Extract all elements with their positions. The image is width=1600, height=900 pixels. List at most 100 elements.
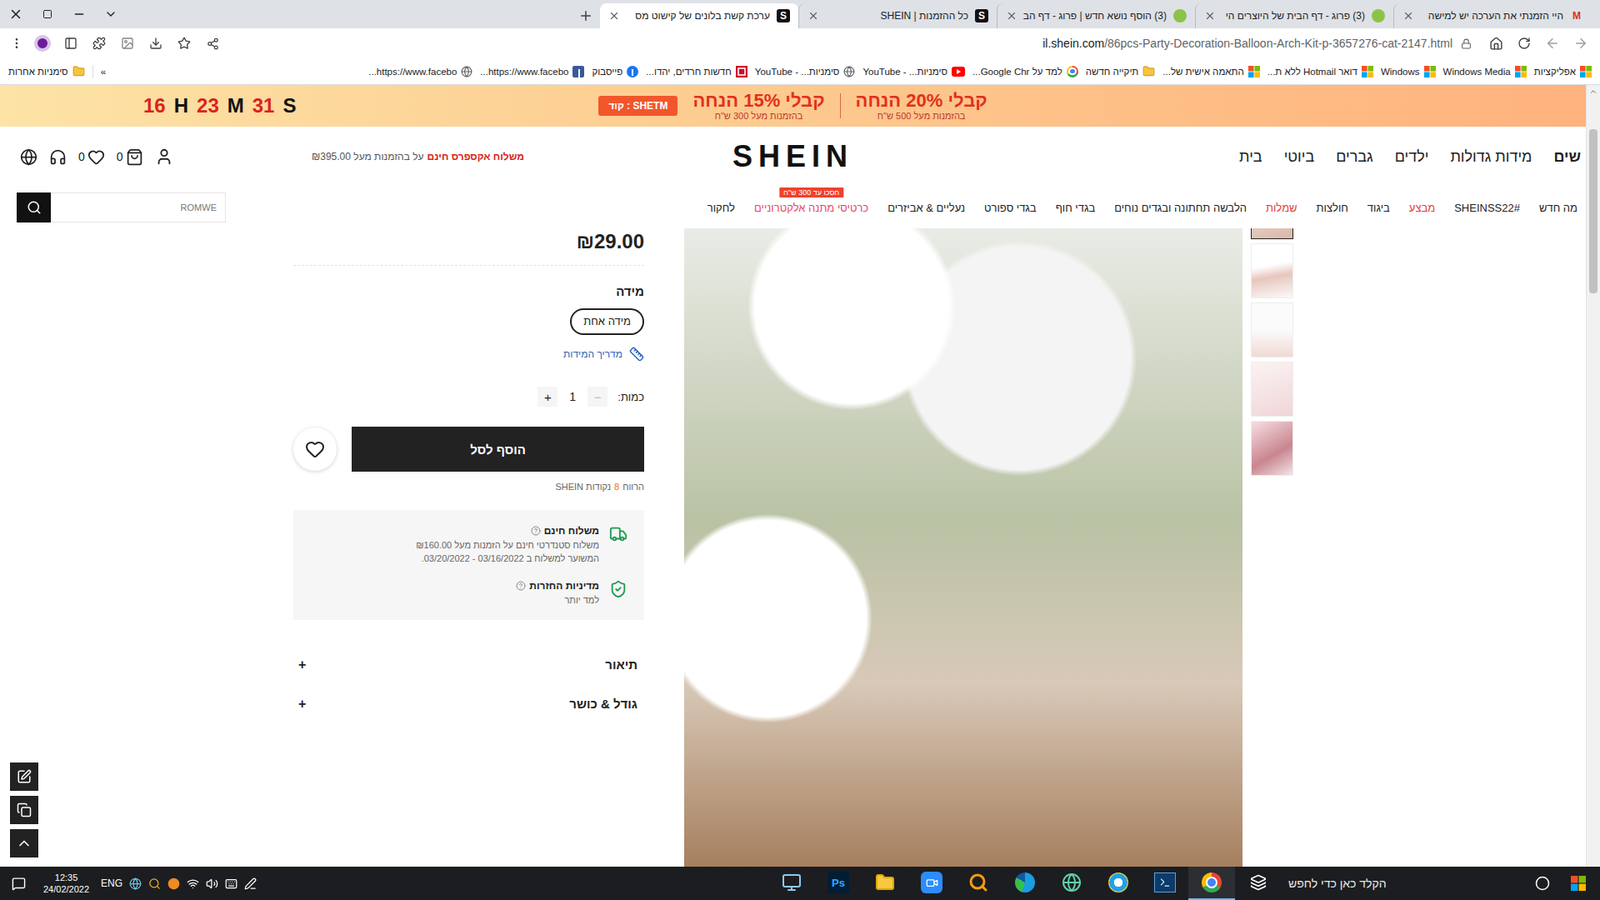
bookmark[interactable]: סימניות... - YouTube (862, 66, 965, 77)
category-item[interactable]: חולצות (1316, 201, 1349, 215)
extension-button[interactable] (115, 30, 140, 56)
clock[interactable]: 12:3524/02/2022 (36, 871, 96, 896)
promo-banner[interactable]: 16H23M31Sקבלי 20% הנחהבהזמנות מעל 500 ש"… (0, 85, 1586, 127)
close-tab-icon[interactable] (807, 10, 820, 22)
quantity-value[interactable]: 1 (557, 390, 588, 404)
taskbar-app[interactable] (861, 866, 909, 900)
taskbar-app[interactable] (908, 866, 955, 900)
profile-button[interactable] (30, 30, 55, 56)
share-button[interactable] (200, 30, 225, 56)
browser-tab[interactable]: (3) הוסף נושא חדש | פרוג - דף הב (996, 3, 1195, 29)
start-button[interactable] (1556, 866, 1600, 900)
bookmark[interactable]: דואר Hotmail ללא ת... (1267, 65, 1374, 78)
thumbnail[interactable] (1250, 420, 1294, 476)
bookmark[interactable]: Windows (1380, 65, 1436, 78)
thumbnail[interactable] (1250, 228, 1294, 240)
decrease-button[interactable]: − (587, 386, 608, 407)
taskbar-app[interactable] (1188, 866, 1235, 900)
close-tab-icon[interactable] (1204, 10, 1216, 22)
thumbnail[interactable] (1250, 243, 1294, 299)
nav-item[interactable]: ביוטי (1284, 148, 1315, 166)
scroll-thumb[interactable] (1589, 129, 1598, 294)
back-to-top-button[interactable] (10, 829, 39, 858)
extensions-button[interactable] (86, 30, 112, 56)
wishlist-button[interactable]: 0 (78, 148, 105, 166)
wishlist-button[interactable] (293, 427, 337, 471)
size-guide-link[interactable]: מדריך המידות (293, 346, 645, 362)
browser-tab[interactable]: Sכל ההזמנות | SHEIN (798, 3, 997, 29)
accordion-row[interactable]: גודל & כושר+ (293, 684, 645, 724)
download-button[interactable] (143, 30, 169, 56)
app-tray-icon[interactable] (167, 877, 180, 890)
thumbnail[interactable] (1250, 302, 1294, 358)
forward-button[interactable] (1540, 30, 1565, 56)
new-tab-button[interactable] (571, 3, 600, 29)
tray-search-icon[interactable] (148, 877, 161, 890)
bookmark[interactable]: https://www.facebo... (368, 65, 473, 78)
tab-search-button[interactable] (95, 0, 127, 29)
taskbar-app[interactable] (1141, 866, 1189, 900)
category-item[interactable]: בגדי ספורט (984, 201, 1037, 215)
category-item[interactable]: #SHEINSS22 (1454, 201, 1520, 215)
bookmark[interactable]: תיקייה חדשה (1085, 65, 1156, 78)
back-button[interactable] (1568, 30, 1594, 56)
bookmark[interactable]: למד על Google Chr... (972, 65, 1079, 78)
nav-item[interactable]: שים (1553, 148, 1581, 166)
network-icon[interactable] (186, 877, 200, 890)
category-item[interactable]: חסכו עד 300 ש"חכרטיסי מתנה אלקטרוניים (754, 201, 869, 215)
increase-button[interactable]: + (537, 386, 558, 407)
shein-logo[interactable]: SHEIN (732, 139, 854, 175)
category-item[interactable]: מבצע (1409, 201, 1435, 215)
category-item[interactable]: הלבשה תחתונה ובגדים נוחים (1114, 201, 1247, 215)
size-chip[interactable]: מידה אחת (570, 308, 645, 335)
home-button[interactable] (1483, 30, 1509, 56)
volume-icon[interactable] (205, 877, 219, 890)
minimize-button[interactable] (63, 0, 95, 29)
taskbar-app[interactable] (1048, 866, 1095, 900)
taskbar-app[interactable]: Ps (815, 866, 862, 900)
task-view-button[interactable] (1235, 866, 1282, 900)
category-item[interactable]: בגדי חוף (1055, 201, 1096, 215)
other-bookmarks[interactable]: סימניות אחרות (8, 65, 85, 78)
nav-item[interactable]: גברים (1335, 148, 1374, 166)
category-item[interactable]: שמלות (1265, 201, 1298, 215)
bookmarks-overflow[interactable]: » (100, 66, 106, 77)
reload-button[interactable] (1511, 30, 1537, 56)
category-item[interactable]: לחקור (707, 201, 735, 215)
category-item[interactable]: נעליים & אביזרים (887, 201, 965, 215)
scrollbar[interactable] (1585, 85, 1600, 867)
close-tab-icon[interactable] (608, 10, 620, 22)
close-tab-icon[interactable] (1402, 10, 1415, 22)
scroll-up-icon[interactable] (1589, 87, 1598, 96)
close-tab-icon[interactable] (1005, 10, 1018, 22)
nav-item[interactable]: מידות גדולות (1450, 148, 1532, 166)
notifications-button[interactable] (0, 866, 37, 900)
bookmark[interactable]: Windows Media (1443, 65, 1527, 78)
bookmark[interactable]: https://www.facebo... (480, 65, 585, 78)
pen-icon[interactable] (244, 877, 257, 890)
browser-tab[interactable]: Mהיי הזמנתי את הערכה יש למישה (1393, 3, 1592, 29)
address-field[interactable]: il.shein.com/86pcs-Party-Decoration-Ball… (228, 31, 1480, 55)
bookmark[interactable]: סימניות... - YouTube (755, 65, 856, 78)
globe-icon[interactable] (20, 148, 38, 166)
browser-tab[interactable]: (3) פרוג - דף הבית של היוצרים הי (1195, 3, 1394, 29)
search-input[interactable] (50, 192, 226, 223)
headset-icon[interactable] (49, 148, 67, 166)
nav-item[interactable]: ילדים (1395, 148, 1430, 166)
menu-button[interactable] (6, 30, 27, 56)
side-panel-button[interactable] (58, 30, 84, 56)
add-to-cart-button[interactable]: הוסף לסל (351, 426, 645, 472)
browser-tab[interactable]: Sערכת קשת בלונים של קישוט מס (600, 3, 799, 29)
tray-globe-icon[interactable] (129, 877, 142, 890)
taskbar-search[interactable]: הקלד כאן כדי לחפש (1281, 866, 1557, 900)
restore-button[interactable] (31, 0, 64, 29)
cart-button[interactable]: 0 (116, 148, 144, 166)
keyboard-icon[interactable] (225, 877, 238, 890)
bookmark[interactable]: התאמה אישית של... (1162, 65, 1260, 78)
taskbar-app[interactable] (768, 866, 815, 900)
bookmark[interactable]: פייסבוק (591, 65, 639, 78)
search-button[interactable] (16, 192, 51, 223)
bookmark[interactable]: אפליקציות (1534, 65, 1592, 78)
accordion-row[interactable]: תיאור+ (293, 645, 645, 685)
help-icon[interactable] (515, 580, 526, 591)
